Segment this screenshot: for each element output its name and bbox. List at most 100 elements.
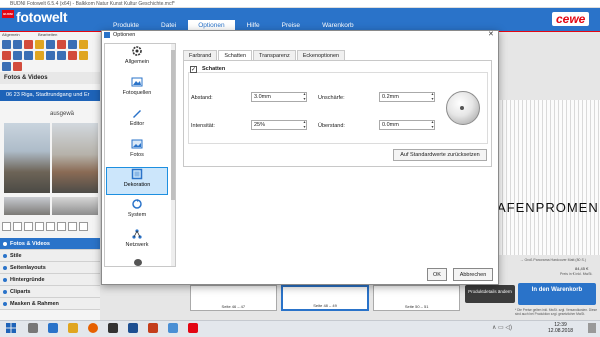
cut-icon[interactable] [68,40,77,49]
window-title: BUDNI Fotowelt 6.5.4 (x64) - Balkkom Nat… [0,0,600,8]
print-icon[interactable] [35,40,44,49]
section-title: Fotos & Videos [0,72,100,84]
intensity-label: Intensität: [191,123,215,129]
page-preview[interactable] [495,100,600,255]
overhang-spinner[interactable]: ▲ ▼ [430,120,435,130]
tool-icon[interactable] [68,222,77,231]
page-thumbnail[interactable]: Seite 50 – 51 [373,285,461,311]
category-label: Fotos [130,152,144,158]
folder-selector[interactable]: 06 23 Riga, Stadtrundgang und Er [0,90,100,101]
category-editor[interactable]: Editor [106,107,168,135]
page-thumbnail[interactable]: Seite 46 – 47 [190,285,277,311]
help-icon[interactable] [2,62,11,71]
distance-spinner[interactable]: ▲ ▼ [302,92,307,102]
preview-icon[interactable] [79,51,88,60]
task-view-icon[interactable] [28,323,38,333]
explorer-icon[interactable] [68,323,78,333]
ok-button[interactable]: OK [427,268,447,281]
dialog-title: Optionen [113,32,136,38]
shadow-checkbox-label: Schatten [200,66,228,72]
nav-fotos-videos[interactable]: Fotos & Videos [0,238,100,250]
brand-logo: fotowelt [16,9,68,25]
tab-transparenz[interactable]: Transparenz [253,50,296,60]
nav-cliparts[interactable]: Cliparts [0,286,100,298]
tool-icon[interactable] [57,222,66,231]
new-icon[interactable] [2,40,11,49]
app-icon[interactable] [168,323,178,333]
nav-hintergruende[interactable]: Hintergründe [0,274,100,286]
redo-icon[interactable] [57,40,66,49]
add-to-cart-button[interactable]: In den Warenkorb [518,283,596,305]
product-details-button[interactable]: Produktdetails ändern [465,285,515,303]
gear-icon [132,46,142,56]
edge-icon[interactable] [48,323,58,333]
tool-icon[interactable] [2,222,11,231]
more-category-icon[interactable] [134,259,142,266]
word-icon[interactable] [128,323,138,333]
clock[interactable]: 12:39 12.08.2018 [548,322,573,334]
nav-seitenlayouts[interactable]: Seitenlayouts [0,262,100,274]
text-icon[interactable] [35,51,44,60]
nav-stile[interactable]: Stile [0,250,100,262]
open-icon[interactable] [13,40,22,49]
category-label: Netzwerk [125,242,149,248]
product-price: 84,45 € [575,266,589,271]
photo-thumbnail[interactable] [4,123,50,193]
category-system[interactable]: System [106,198,168,226]
layout-icon[interactable] [68,51,77,60]
overhang-input[interactable]: 0.0mm [379,120,435,130]
nav-masken-rahmen[interactable]: Masken & Rahmen [0,298,100,310]
tab-eckenoptionen[interactable]: Eckenoptionen [296,50,346,60]
category-dekoration[interactable]: Dekoration [106,167,168,195]
brand-badge: BUDNI [2,10,14,18]
notification-icon[interactable] [588,323,596,333]
photo-thumbnail[interactable] [52,197,98,215]
tool-icon[interactable] [35,222,44,231]
category-fotoquellen[interactable]: Fotoquellen [106,76,168,104]
add-page-icon[interactable] [13,51,22,60]
clock-date: 12.08.2018 [548,328,574,334]
category-fotos[interactable]: Fotos [106,138,168,166]
windows-start-icon[interactable] [6,323,16,333]
photo-thumbnail[interactable] [4,197,50,215]
distance-input[interactable]: 3.0mm [251,92,307,102]
page-thumbnail-selected[interactable]: Seite 48 – 49 [280,285,370,311]
undo-icon[interactable] [46,40,55,49]
selection-hint: ausgewä [50,111,75,117]
cart-note: * Die Preise gelten inkl. MwSt. zzgl. Ve… [515,308,598,316]
firefox-icon[interactable] [88,323,98,333]
blur-label: Unschärfe: [318,95,345,101]
intensity-input[interactable]: 25% [251,120,307,130]
cancel-button[interactable]: Abbrechen [453,268,493,281]
close-icon[interactable]: ✕ [488,30,494,40]
shadow-group [188,72,488,144]
tool-icon[interactable] [24,222,33,231]
intensity-spinner[interactable]: ▲ ▼ [302,120,307,130]
toolbar-label-edit: Bearbeiten [38,32,58,37]
paste-icon[interactable] [2,51,11,60]
photo-thumbnail[interactable] [52,123,98,193]
save-icon[interactable] [24,40,33,49]
magic-icon[interactable] [57,51,66,60]
powerpoint-icon[interactable] [148,323,158,333]
scrollbar-thumb[interactable] [171,50,175,200]
tool-icon[interactable] [13,222,22,231]
copy-icon[interactable] [79,40,88,49]
tab-farbrand[interactable]: Farbrand [183,50,218,60]
app-icon[interactable] [108,323,118,333]
distance-label: Abstand: [191,95,213,101]
blur-spinner[interactable]: ▲ ▼ [430,92,435,102]
tool-icon[interactable] [46,222,55,231]
tool-icon[interactable] [79,222,88,231]
delete-icon[interactable] [24,51,33,60]
fotowelt-taskbar-icon[interactable] [188,323,198,333]
shadow-checkbox[interactable]: ✓ [190,66,197,73]
settings-icon[interactable] [13,62,22,71]
photo-box-icon[interactable] [46,51,55,60]
system-tray[interactable]: ∧ ▭ ◁) [492,324,512,331]
dial-handle[interactable] [460,106,464,110]
category-allgemein[interactable]: Allgemein [106,45,168,73]
reset-defaults-button[interactable]: Auf Standardwerte zurücksetzen [393,149,487,161]
category-netzwerk[interactable]: Netzwerk [106,228,168,256]
blur-input[interactable]: 0.2mm [379,92,435,102]
